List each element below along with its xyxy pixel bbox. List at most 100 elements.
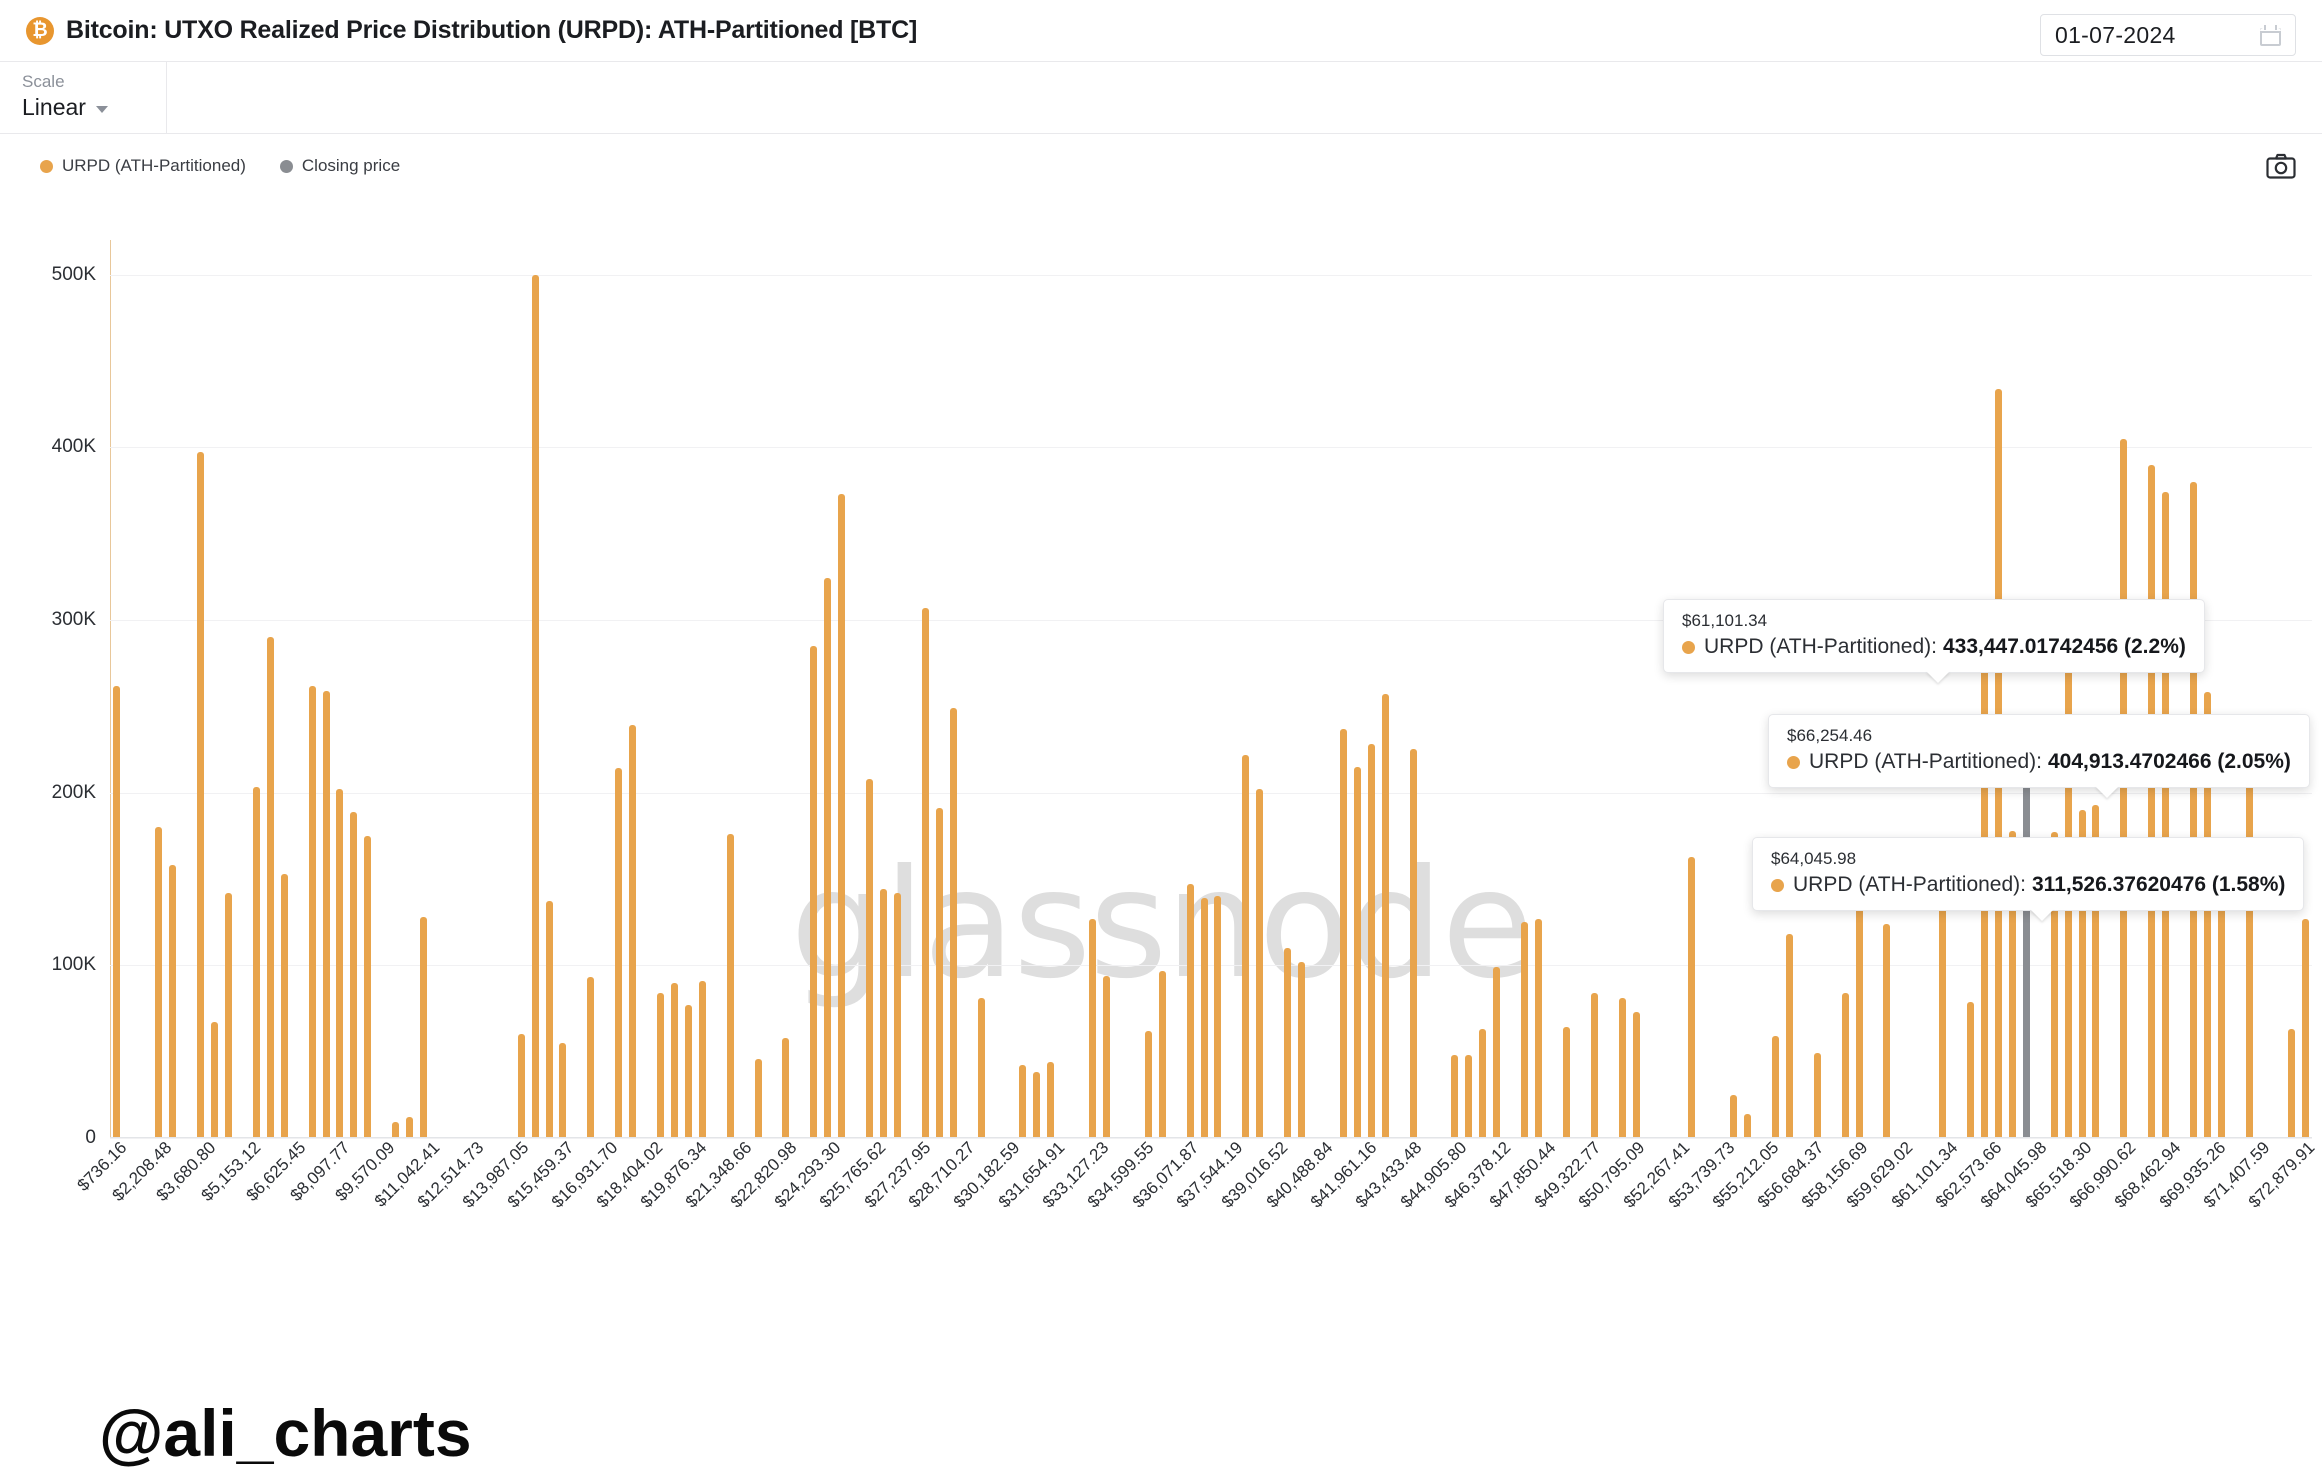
bar[interactable] [824,578,832,1138]
bar[interactable] [211,1022,219,1138]
legend-item-urpd[interactable]: URPD (ATH-Partitioned) [40,156,246,176]
bar[interactable] [1242,754,1250,1138]
bar[interactable] [1367,744,1375,1138]
bar[interactable] [1451,1055,1459,1138]
bar[interactable] [1479,1029,1487,1138]
bar[interactable] [252,787,260,1138]
bar[interactable] [1214,896,1222,1138]
bar[interactable] [1158,970,1166,1138]
bar[interactable] [1730,1094,1738,1138]
bar[interactable] [1785,934,1793,1138]
bar[interactable] [2190,481,2198,1138]
bar[interactable] [810,645,818,1138]
bar[interactable] [1047,1062,1055,1138]
bar[interactable] [322,690,330,1138]
scale-selector[interactable]: Scale Linear [0,62,167,133]
bar[interactable] [1590,992,1598,1138]
bar[interactable] [1618,998,1626,1138]
tooltip-2-swatch [1787,755,1800,769]
tooltip-2-label: URPD (ATH-Partitioned): [1809,750,2042,773]
bar[interactable] [657,992,664,1138]
bar[interactable] [169,865,177,1138]
tooltip-3-label: URPD (ATH-Partitioned): [1793,873,2026,896]
bar[interactable] [670,982,678,1138]
bar[interactable] [866,778,874,1138]
bar[interactable] [949,708,957,1138]
bar[interactable] [1339,728,1347,1138]
bar[interactable] [1771,1036,1779,1138]
bar[interactable] [1688,856,1696,1138]
bar[interactable] [155,827,163,1138]
bar[interactable] [364,835,372,1138]
bar[interactable] [350,811,358,1138]
bar[interactable] [420,916,428,1138]
bar[interactable] [1562,1027,1570,1138]
bar[interactable] [698,980,706,1138]
bar[interactable] [559,1043,567,1138]
bar[interactable] [545,901,553,1138]
bar[interactable] [2120,438,2128,1138]
bar[interactable] [406,1117,414,1138]
bar[interactable] [893,892,901,1138]
bar[interactable] [336,789,344,1138]
bar[interactable] [2301,918,2309,1138]
bar[interactable] [921,607,929,1138]
bar[interactable] [2217,903,2225,1138]
bar[interactable] [1144,1030,1152,1138]
bar[interactable] [1353,766,1361,1138]
bar[interactable] [1535,918,1542,1138]
bar[interactable] [517,1034,525,1138]
date-picker[interactable]: 01-07-2024 [2040,14,2296,56]
bar[interactable] [1298,961,1306,1138]
bar[interactable] [587,977,595,1138]
bar[interactable] [1967,1001,1975,1138]
bar[interactable] [615,768,623,1138]
bar[interactable] [2287,1029,2295,1138]
tooltip-3-value: 311,526.37620476 (1.58%) [2032,873,2286,896]
bitcoin-icon: ₿ [26,16,54,45]
bar[interactable] [879,889,887,1138]
bar[interactable] [935,808,943,1138]
bar[interactable] [280,873,288,1138]
bar[interactable] [1019,1065,1027,1138]
bar[interactable] [1284,948,1292,1138]
bar[interactable] [1883,923,1891,1138]
bar[interactable] [1409,749,1417,1138]
bar[interactable] [266,637,274,1138]
bar[interactable] [1813,1053,1821,1138]
bar[interactable] [1033,1072,1041,1138]
bar[interactable] [1200,897,1208,1138]
bar[interactable] [782,1037,790,1138]
bar[interactable] [197,452,205,1138]
bar[interactable] [531,274,539,1138]
bar[interactable] [1256,789,1264,1138]
bar[interactable] [1855,894,1863,1138]
legend-item-closing-price[interactable]: Closing price [279,156,400,176]
bar[interactable] [754,1058,762,1138]
bar[interactable] [2162,492,2170,1138]
bar[interactable] [1102,975,1110,1138]
bar[interactable] [113,685,121,1138]
bar[interactable] [224,892,232,1138]
bar[interactable] [2148,464,2156,1138]
bar[interactable] [308,685,316,1138]
bar[interactable] [1465,1055,1473,1138]
camera-icon[interactable] [2266,153,2296,179]
bar[interactable] [1493,967,1501,1138]
bar[interactable] [1521,922,1529,1138]
bar[interactable] [1632,1011,1640,1138]
bar[interactable] [838,493,846,1138]
bar[interactable] [1841,992,1849,1138]
bar[interactable] [726,834,734,1138]
y-axis-tick-label: 100K [51,954,96,976]
bar[interactable] [392,1122,400,1138]
bar[interactable] [2245,732,2253,1138]
bar[interactable] [1089,918,1097,1138]
bar-closing-price[interactable] [2022,730,2030,1138]
bar[interactable] [629,725,637,1138]
bar[interactable] [1186,884,1194,1138]
bar[interactable] [684,1005,692,1138]
bar[interactable] [977,998,985,1138]
bar[interactable] [1744,1113,1752,1138]
bar[interactable] [1381,694,1389,1138]
